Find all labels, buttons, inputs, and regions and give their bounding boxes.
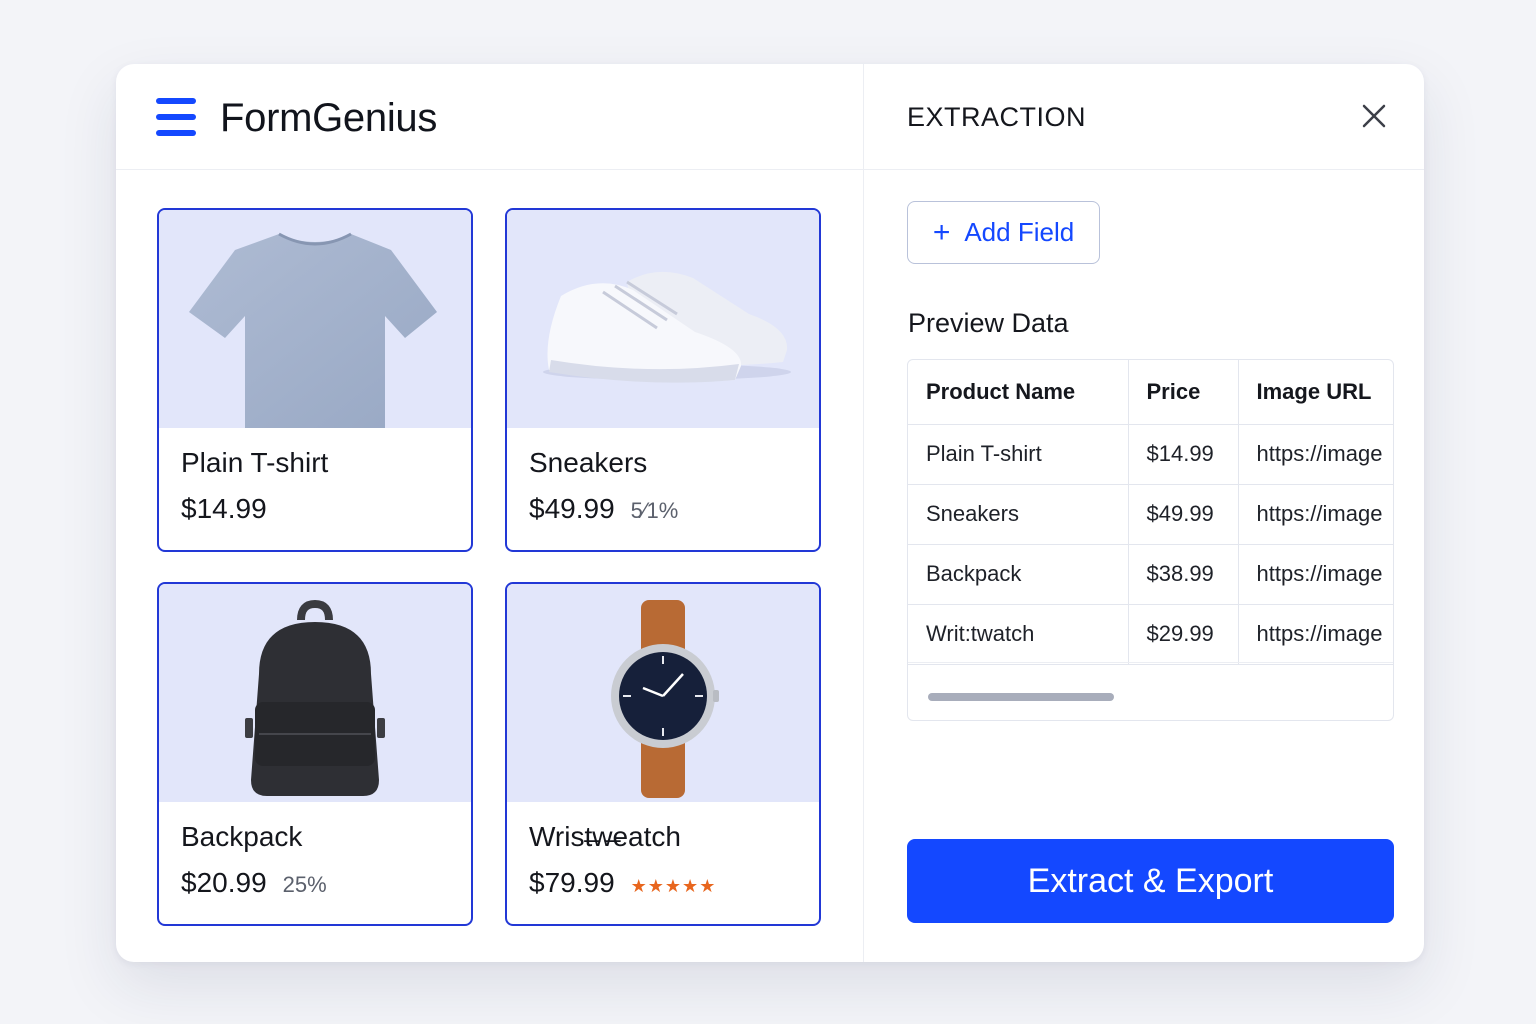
table-cell: https://image [1238, 424, 1393, 485]
product-name: Backpack [181, 821, 303, 852]
product-price: $49.99 [529, 493, 615, 524]
extraction-panel: EXTRACTION + Add Field Preview Data Prod… [864, 64, 1424, 962]
product-name: Plain T-shirt [181, 447, 329, 478]
backpack-icon [245, 599, 385, 796]
table-row: Writ:twatch $29.99 https://image [908, 604, 1393, 665]
table-cell: Sneakers [908, 484, 1129, 545]
app-window: FormGenius Plain T-shirt $14.99 Sneakers… [116, 64, 1424, 962]
discount-badge: 5⁄1% [630, 498, 679, 523]
app-header: FormGenius [116, 64, 864, 170]
table-cell: $49.99 [1128, 484, 1239, 545]
horizontal-scrollbar[interactable] [908, 662, 1393, 720]
add-field-button[interactable]: + Add Field [907, 201, 1100, 264]
price-row: $14.99 [181, 492, 267, 526]
extract-export-button[interactable]: Extract & Export [907, 839, 1394, 923]
table-row: Backpack $38.99 https://image [908, 544, 1393, 605]
table-row: Plain T-shirt $14.99 https://image [908, 424, 1393, 485]
discount-badge: 25% [282, 872, 327, 897]
column-header-price: Price [1128, 360, 1239, 425]
table-cell: https://image [1238, 604, 1393, 665]
panel-divider [864, 169, 1424, 170]
table-cell: $14.99 [1128, 424, 1239, 485]
product-image-sneakers [507, 210, 819, 428]
table-cell: Plain T-shirt [908, 424, 1129, 485]
product-price: $20.99 [181, 867, 267, 898]
tshirt-icon [189, 232, 437, 428]
table-header-row: Product Name Price Image URL [908, 360, 1393, 425]
preview-table: Product Name Price Image URL Plain T-shi… [907, 359, 1394, 721]
column-header-image-url: Image URL [1238, 360, 1393, 425]
table-cell: Backpack [908, 544, 1129, 605]
product-card-tshirt[interactable]: Plain T-shirt $14.99 [157, 208, 473, 552]
product-image-wristwatch [507, 584, 819, 802]
table-cell: https://image [1238, 544, 1393, 605]
table-cell: $29.99 [1128, 604, 1239, 665]
close-icon-glyph [1362, 104, 1386, 128]
product-price: $14.99 [181, 493, 267, 524]
app-brand: FormGenius [220, 96, 438, 140]
panel-title: EXTRACTION [907, 102, 1087, 132]
table-cell: https://image [1238, 484, 1393, 545]
price-row: $79.99 ★★★★★ [529, 866, 716, 900]
sneakers-icon [543, 271, 791, 383]
table-row: Sneakers $49.99 https://image [908, 484, 1393, 545]
product-name: Wrist̶w̶eatch [529, 821, 681, 852]
product-card-wristwatch[interactable]: Wrist̶w̶eatch $79.99 ★★★★★ [505, 582, 821, 926]
product-pane: FormGenius Plain T-shirt $14.99 Sneakers… [116, 64, 864, 962]
plus-icon: + [932, 215, 951, 249]
price-row: $49.99 5⁄1% [529, 492, 678, 526]
product-name: Sneakers [529, 447, 648, 478]
product-price: $79.99 [529, 867, 615, 898]
scrollbar-thumb[interactable] [928, 693, 1114, 701]
product-image-tshirt [159, 210, 471, 428]
column-header-product-name: Product Name [908, 360, 1129, 425]
product-card-sneakers[interactable]: Sneakers $49.99 5⁄1% [505, 208, 821, 552]
preview-data-title: Preview Data [908, 308, 1069, 338]
hamburger-menu-icon[interactable] [156, 98, 196, 138]
product-card-backpack[interactable]: Backpack $20.99 25% [157, 582, 473, 926]
rating-stars: ★★★★★ [630, 876, 717, 896]
table-cell: $38.99 [1128, 544, 1239, 605]
price-row: $20.99 25% [181, 866, 327, 900]
table-cell: Writ:twatch [908, 604, 1129, 665]
add-field-label: Add Field [964, 217, 1075, 247]
product-image-backpack [159, 584, 471, 802]
close-icon[interactable] [1360, 102, 1388, 130]
wristwatch-icon [611, 600, 719, 798]
